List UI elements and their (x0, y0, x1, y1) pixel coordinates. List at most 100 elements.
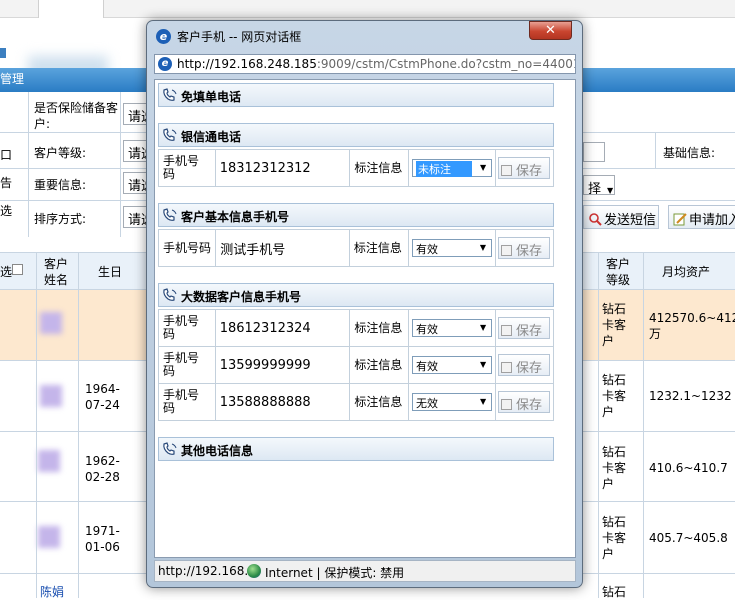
close-button[interactable]: ✕ (529, 21, 572, 40)
big-data-phone-table: 手机号码 18612312324 标注信息 有效 ▼ 保存 手机号码 135999… (158, 309, 554, 421)
checkbox-icon (501, 325, 513, 336)
section-big-data-phone: 大数据客户信息手机号 (158, 283, 554, 307)
important-filter-label: 重要信息: (34, 178, 87, 192)
important-select[interactable]: 请选 (123, 172, 147, 194)
chevron-down-icon: ▼ (475, 320, 492, 336)
checkbox-icon (501, 165, 513, 176)
dialog-title: 客户手机 -- 网页对话框 (177, 30, 302, 44)
save-button[interactable]: 保存 (498, 354, 551, 376)
mark-select[interactable]: 有效 ▼ (412, 319, 493, 337)
status-zone: Internet | 保护模式: 禁用 (265, 566, 405, 580)
column-birthday-header: 生日 (98, 265, 123, 279)
search-icon (588, 212, 602, 226)
status-bar: http://192.168. Internet | 保护模式: 禁用 (154, 560, 576, 582)
table-row: 手机号码 13599999999 标注信息 有效 ▼ 保存 (158, 346, 554, 384)
checkbox-icon (501, 362, 513, 373)
address-path: :9009/cstm/CstmPhone.do?cstm_no=4400110 (316, 57, 576, 71)
phone-icon (163, 208, 177, 221)
insurance-select[interactable]: 请选 (123, 103, 147, 125)
phone-icon (163, 442, 177, 455)
phone-number: 13599999999 (214, 346, 351, 384)
checkbox-icon (501, 399, 513, 410)
column-customer-name-header: 客户姓名 (44, 257, 69, 287)
right-text-input[interactable] (583, 142, 605, 162)
phone-number: 测试手机号 (215, 229, 350, 267)
mark-label: 标注信息 (349, 346, 410, 384)
phone-number: 18312312312 (214, 149, 351, 187)
address-host: http://192.168.248.185 (177, 57, 317, 71)
section-title-text: 银信通电话 (181, 130, 242, 144)
table-row: 手机号码 18612312324 标注信息 有效 ▼ 保存 (158, 309, 554, 347)
browser-top-bar (0, 0, 735, 18)
checkbox-icon (501, 245, 512, 256)
header-accent (0, 48, 6, 58)
toolbar-tab[interactable] (38, 0, 104, 18)
avatar (40, 385, 62, 407)
phone-label: 手机号码 (158, 149, 216, 187)
nav-manage-label[interactable]: 管理 (0, 70, 24, 87)
section-title-text: 大数据客户信息手机号 (181, 290, 302, 304)
table-row: 手机号码 18312312312 标注信息 未标注 ▼ 保存 (158, 149, 554, 187)
yinxintong-phone-table: 手机号码 18312312312 标注信息 未标注 ▼ 保存 (158, 149, 554, 187)
apply-add-button[interactable]: 申请加入 (668, 205, 735, 229)
mark-label: 标注信息 (349, 149, 410, 187)
phone-icon (163, 88, 177, 101)
level-select[interactable]: 请选 (123, 140, 147, 162)
chevron-down-icon: ▼ (475, 394, 492, 410)
phone-icon (163, 288, 177, 301)
section-other-phone: 其他电话信息 (158, 437, 554, 461)
table-row: 手机号码 13588888888 标注信息 无效 ▼ 保存 (158, 383, 554, 421)
avatar (40, 312, 62, 334)
dialog-content: 免填单电话 银信通电话 手机号码 18312312312 标注信息 未标注 ▼ 保… (154, 79, 576, 558)
customer-phone-dialog: e 客户手机 -- 网页对话框 ✕ e http://192.168.248.1… (146, 20, 583, 588)
phone-number: 18612312324 (214, 309, 351, 347)
section-title-text: 免填单电话 (181, 90, 242, 104)
avatar (38, 450, 60, 472)
mark-select[interactable]: 未标注 ▼ (412, 159, 493, 177)
nav-strip-right (580, 68, 735, 92)
save-button[interactable]: 保存 (498, 391, 551, 413)
phone-label: 手机号码 (158, 346, 216, 384)
column-level-header: 客户等级 (606, 257, 631, 287)
section-basic-info-phone: 客户基本信息手机号 (158, 203, 554, 227)
column-avg-assets-header: 月均资产 (662, 265, 711, 279)
sort-filter-label: 排序方式: (34, 212, 87, 226)
chevron-down-icon: ▼ (475, 357, 492, 373)
filter-left-fragment-1: 口 (0, 148, 13, 162)
right-select[interactable]: 择 ▼ (583, 175, 615, 195)
mark-label: 标注信息 (349, 309, 410, 347)
sort-select[interactable]: 请选 (123, 206, 147, 228)
filter-left-fragment-4: 选 (0, 204, 13, 218)
basic-info-label: 基础信息: (663, 146, 716, 160)
address-bar[interactable]: e http://192.168.248.185:9009/cstm/CstmP… (154, 54, 576, 74)
mark-select[interactable]: 有效 ▼ (412, 239, 492, 257)
phone-label: 手机号码 (157, 229, 217, 267)
chevron-down-icon: ▼ (475, 160, 492, 176)
avatar (38, 526, 60, 548)
insurance-filter-label: 是否保险储备客户: (34, 101, 119, 131)
send-sms-button[interactable]: 发送短信 (583, 205, 659, 229)
phone-label: 手机号码 (158, 383, 216, 421)
phone-number: 13588888888 (214, 383, 351, 421)
select-all-checkbox[interactable] (12, 264, 23, 275)
mark-label: 标注信息 (348, 229, 410, 267)
save-button[interactable]: 保存 (498, 157, 551, 179)
ie-icon: e (156, 29, 171, 44)
mark-label: 标注信息 (349, 383, 410, 421)
basic-info-phone-table: 手机号码 测试手机号 标注信息 有效 ▼ 保存 (157, 229, 554, 267)
chevron-down-icon: ▼ (475, 240, 491, 256)
status-url: http://192.168. (158, 564, 249, 578)
phone-label: 手机号码 (158, 309, 216, 347)
mark-select[interactable]: 有效 ▼ (412, 356, 493, 374)
mark-select[interactable]: 无效 ▼ (412, 393, 493, 411)
globe-icon (247, 564, 261, 578)
edit-icon (673, 212, 687, 226)
phone-icon (163, 128, 177, 141)
save-button[interactable]: 保存 (498, 237, 550, 259)
section-free-form-phone: 免填单电话 (158, 83, 554, 107)
section-yinxintong-phone: 银信通电话 (158, 123, 554, 147)
column-select-header: 选 (0, 265, 13, 279)
filter-left-fragment-3: 告 (0, 176, 13, 190)
ie-page-icon: e (158, 57, 172, 71)
save-button[interactable]: 保存 (498, 317, 551, 339)
